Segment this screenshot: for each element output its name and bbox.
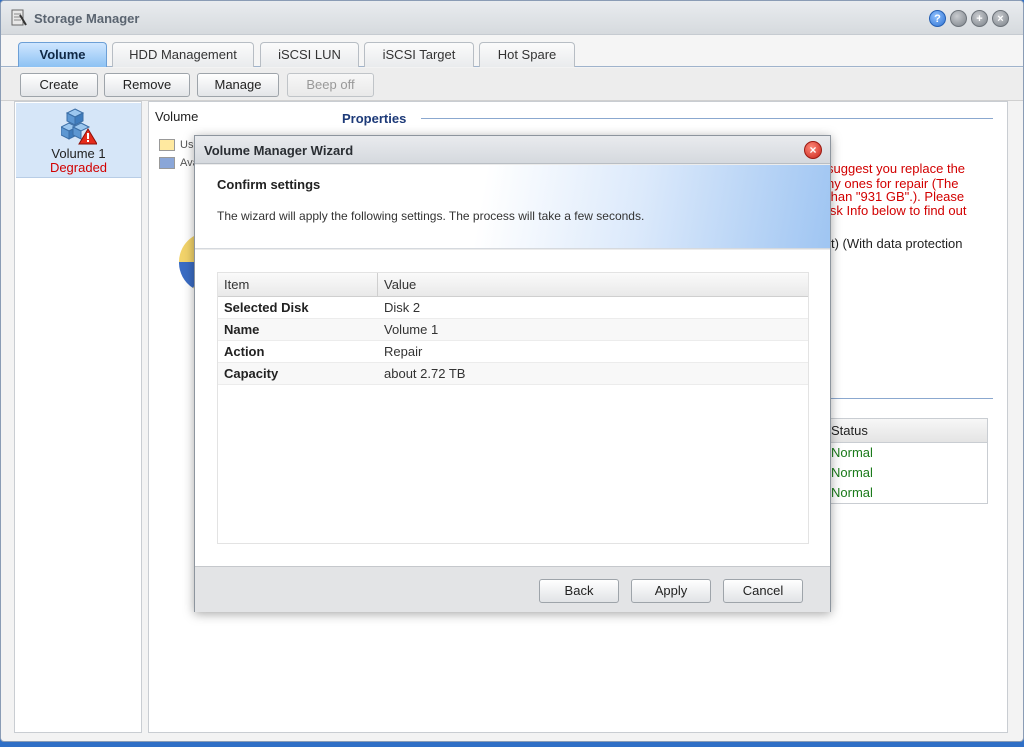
- row-value: Repair: [384, 344, 423, 359]
- tab-hot-spare[interactable]: Hot Spare: [479, 42, 575, 67]
- window-title: Storage Manager: [34, 11, 140, 26]
- row-value: Disk 2: [384, 300, 421, 315]
- tab-hdd-management[interactable]: HDD Management: [112, 42, 254, 67]
- tab-bar: Volume HDD Management iSCSI LUN iSCSI Ta…: [1, 35, 1023, 67]
- toolbar: Create Remove Manage Beep off: [1, 68, 1023, 101]
- item-column-header: Item: [224, 277, 250, 292]
- volume-name: Volume 1: [51, 146, 106, 161]
- tab-iscsi-target[interactable]: iSCSI Target: [364, 42, 474, 67]
- wizard-step-description: The wizard will apply the following sett…: [217, 209, 645, 223]
- settings-table: Item Value Selected Disk Disk 2 Name Vol…: [217, 272, 809, 544]
- tab-volume[interactable]: Volume: [18, 42, 107, 67]
- wizard-footer: Back Apply Cancel: [195, 566, 830, 612]
- wizard-body: Item Value Selected Disk Disk 2 Name Vol…: [195, 250, 830, 566]
- row-value: Volume 1: [384, 322, 439, 337]
- window-controls: ? + ×: [929, 10, 1009, 27]
- used-legend-swatch: [159, 139, 175, 151]
- used-legend-label: Us: [180, 139, 194, 151]
- storage-manager-icon: [11, 9, 27, 26]
- volume-manager-wizard-dialog: Volume Manager Wizard × Confirm settings…: [194, 135, 831, 612]
- help-icon[interactable]: ?: [929, 10, 946, 27]
- close-icon[interactable]: ×: [992, 10, 1009, 27]
- wizard-header: Confirm settings The wizard will apply t…: [195, 165, 830, 249]
- table-row: Selected Disk Disk 2: [218, 297, 808, 319]
- back-button[interactable]: Back: [539, 579, 619, 603]
- table-row: Name Volume 1: [218, 319, 808, 341]
- value-column-header: Value: [384, 277, 417, 292]
- wizard-close-icon[interactable]: ×: [804, 141, 822, 159]
- warning-text-4: isk Info below to find out: [827, 203, 967, 218]
- volume-section-label: Volume: [155, 109, 199, 124]
- apply-button[interactable]: Apply: [631, 579, 711, 603]
- row-item: Name: [224, 322, 260, 337]
- create-button[interactable]: Create: [20, 73, 98, 97]
- list-item-volume-1[interactable]: Volume 1 Degraded: [16, 103, 141, 178]
- disk-status-table: Status Normal Normal Normal: [829, 418, 988, 504]
- raid-type-text: t) (With data protection: [831, 236, 963, 251]
- disk-status-cell: Normal: [831, 445, 873, 460]
- manage-button[interactable]: Manage: [197, 73, 279, 97]
- warning-text-3: than "931 GB".). Please: [827, 189, 965, 204]
- storage-manager-window: Storage Manager ? + × Volume HDD Managem…: [0, 0, 1024, 742]
- available-legend-swatch: [159, 157, 175, 169]
- wizard-step-title: Confirm settings: [217, 177, 321, 192]
- volume-status: Degraded: [49, 160, 108, 175]
- row-item: Action: [224, 344, 265, 359]
- warning-text-1: suggest you replace the: [827, 161, 966, 176]
- volume-list: Volume 1 Degraded: [14, 101, 142, 733]
- disk-status-cell: Normal: [831, 465, 873, 480]
- status-column-header: Status: [830, 419, 987, 443]
- wizard-title: Volume Manager Wizard: [204, 143, 354, 158]
- table-row: Capacity about 2.72 TB: [218, 363, 808, 385]
- wizard-title-bar: Volume Manager Wizard ×: [195, 136, 830, 164]
- settings-table-header: Item Value: [218, 273, 808, 297]
- title-bar: Storage Manager ? + ×: [1, 1, 1023, 35]
- row-item: Capacity: [224, 366, 279, 381]
- properties-divider: [421, 118, 993, 119]
- volume-warning-icon: [61, 108, 97, 145]
- disk-info-divider: [829, 398, 993, 399]
- cancel-button[interactable]: Cancel: [723, 579, 803, 603]
- maximize-icon[interactable]: +: [971, 10, 988, 27]
- minimize-icon[interactable]: [950, 10, 967, 27]
- beep-off-button[interactable]: Beep off: [287, 73, 374, 97]
- remove-button[interactable]: Remove: [104, 73, 190, 97]
- row-item: Selected Disk: [224, 300, 309, 315]
- row-value: about 2.72 TB: [384, 366, 466, 381]
- disk-status-cell: Normal: [831, 485, 873, 500]
- tab-iscsi-lun[interactable]: iSCSI LUN: [260, 42, 359, 67]
- table-row: Action Repair: [218, 341, 808, 363]
- properties-title: Properties: [342, 111, 407, 126]
